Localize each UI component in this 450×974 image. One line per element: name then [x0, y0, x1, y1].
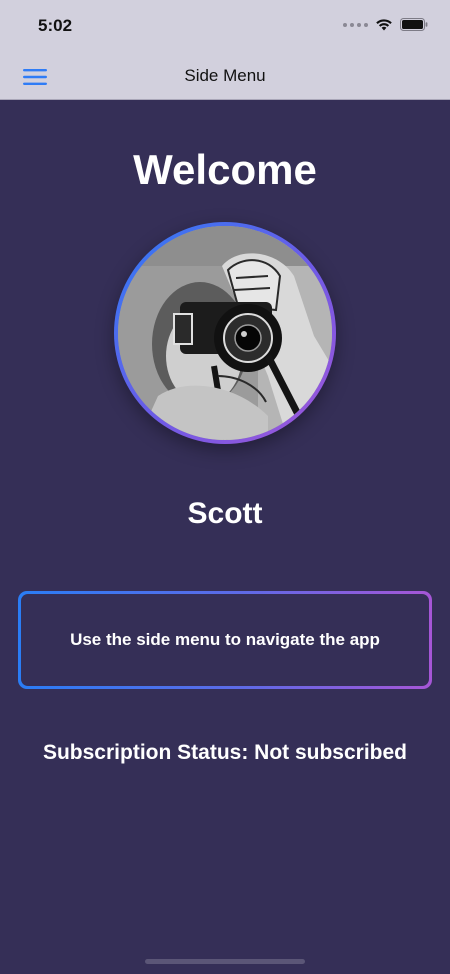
- user-name: Scott: [187, 497, 263, 530]
- hint-card-inner: Use the side menu to navigate the app: [21, 594, 429, 686]
- welcome-heading: Welcome: [133, 146, 317, 193]
- hint-text: Use the side menu to navigate the app: [70, 630, 380, 649]
- subscription-status: Subscription Status: Not subscribed: [42, 741, 408, 764]
- wifi-icon: [376, 19, 392, 31]
- nav-bar: Side Menu: [0, 54, 450, 100]
- cellular-signal-icon: [343, 22, 368, 27]
- home-indicator[interactable]: [145, 959, 305, 964]
- nav-title: Side Menu: [184, 66, 266, 85]
- avatar: [118, 226, 332, 440]
- status-time: 5:02: [38, 16, 73, 35]
- top-chrome: 5:02 Side Menu: [0, 0, 450, 100]
- hint-card: Use the side menu to navigate the app: [18, 591, 432, 689]
- status-icons: [343, 18, 428, 31]
- battery-icon: [400, 18, 428, 31]
- profile-photo: [118, 226, 332, 440]
- avatar-ring: [114, 222, 336, 444]
- status-bar: 5:02: [0, 0, 450, 54]
